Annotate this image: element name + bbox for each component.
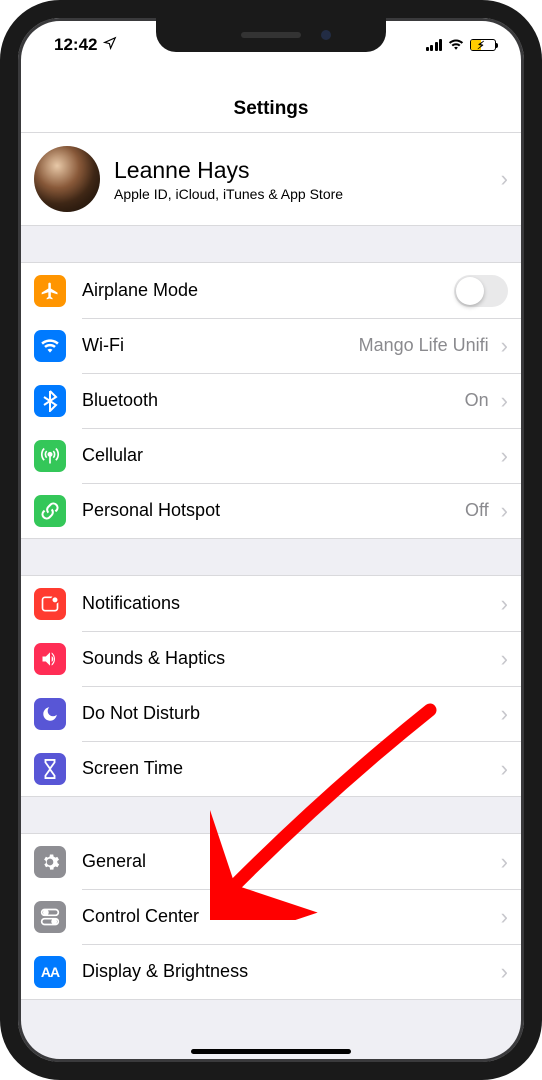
chevron-right-icon: › (501, 335, 508, 357)
row-wifi[interactable]: Wi-Fi Mango Life Unifi › (18, 318, 524, 373)
avatar (34, 146, 100, 212)
row-label: Bluetooth (82, 390, 465, 411)
wifi-icon (34, 330, 66, 362)
chevron-right-icon: › (501, 758, 508, 780)
profile-name: Leanne Hays (114, 157, 497, 184)
row-label: Cellular (82, 445, 497, 466)
chevron-right-icon: › (501, 703, 508, 725)
hourglass-icon (34, 753, 66, 785)
antenna-icon (34, 440, 66, 472)
row-label: Airplane Mode (82, 280, 454, 301)
profile-row[interactable]: Leanne Hays Apple ID, iCloud, iTunes & A… (18, 133, 524, 225)
row-label: Control Center (82, 906, 497, 927)
row-label: Personal Hotspot (82, 500, 465, 521)
row-label: General (82, 851, 497, 872)
row-value: On (465, 390, 489, 411)
row-screentime[interactable]: Screen Time › (18, 741, 524, 796)
row-label: Do Not Disturb (82, 703, 497, 724)
profile-subtitle: Apple ID, iCloud, iTunes & App Store (114, 186, 497, 202)
row-label: Display & Brightness (82, 961, 497, 982)
row-display[interactable]: AA Display & Brightness › (18, 944, 524, 999)
speaker-icon (34, 643, 66, 675)
row-controlcenter[interactable]: Control Center › (18, 889, 524, 944)
airplane-icon (34, 275, 66, 307)
chevron-right-icon: › (501, 445, 508, 467)
cellular-signal-icon (426, 39, 443, 51)
chevron-right-icon: › (501, 500, 508, 522)
chevron-right-icon: › (501, 961, 508, 983)
row-airplane[interactable]: Airplane Mode (18, 263, 524, 318)
chevron-right-icon: › (501, 390, 508, 412)
moon-icon (34, 698, 66, 730)
link-icon (34, 495, 66, 527)
row-label: Wi-Fi (82, 335, 359, 356)
row-sounds[interactable]: Sounds & Haptics › (18, 631, 524, 686)
airplane-toggle[interactable] (454, 275, 508, 307)
battery-icon: ⚡︎ (470, 39, 496, 51)
row-cellular[interactable]: Cellular › (18, 428, 524, 483)
settings-content: Leanne Hays Apple ID, iCloud, iTunes & A… (18, 133, 524, 1062)
chevron-right-icon: › (501, 593, 508, 615)
notification-icon (34, 588, 66, 620)
chevron-right-icon: › (501, 851, 508, 873)
row-label: Sounds & Haptics (82, 648, 497, 669)
row-value: Mango Life Unifi (359, 335, 489, 356)
row-dnd[interactable]: Do Not Disturb › (18, 686, 524, 741)
row-general[interactable]: General › (18, 834, 524, 889)
page-title: Settings (18, 62, 524, 133)
location-icon (103, 35, 117, 55)
row-hotspot[interactable]: Personal Hotspot Off › (18, 483, 524, 538)
chevron-right-icon: › (501, 648, 508, 670)
row-notifications[interactable]: Notifications › (18, 576, 524, 631)
row-label: Screen Time (82, 758, 497, 779)
gear-icon (34, 846, 66, 878)
textsize-icon: AA (34, 956, 66, 988)
chevron-right-icon: › (501, 906, 508, 928)
chevron-right-icon: › (501, 168, 508, 190)
wifi-status-icon (447, 35, 465, 55)
row-value: Off (465, 500, 489, 521)
home-indicator[interactable] (191, 1049, 351, 1054)
row-label: Notifications (82, 593, 497, 614)
bluetooth-icon (34, 385, 66, 417)
switches-icon (34, 901, 66, 933)
status-time: 12:42 (54, 35, 97, 55)
row-bluetooth[interactable]: Bluetooth On › (18, 373, 524, 428)
